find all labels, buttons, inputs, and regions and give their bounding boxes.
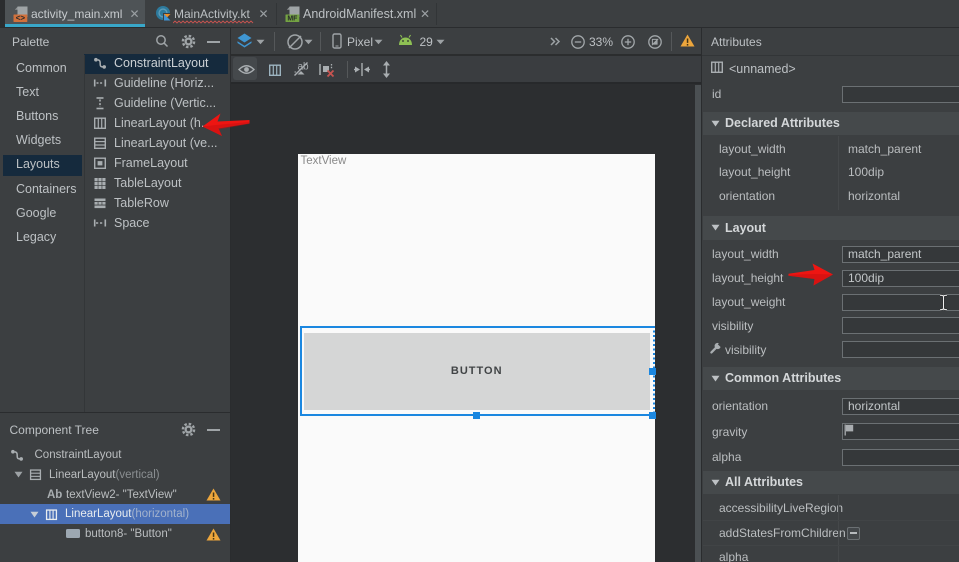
svg-text:<>: <> [15,13,25,22]
svg-text:MF: MF [287,15,298,22]
